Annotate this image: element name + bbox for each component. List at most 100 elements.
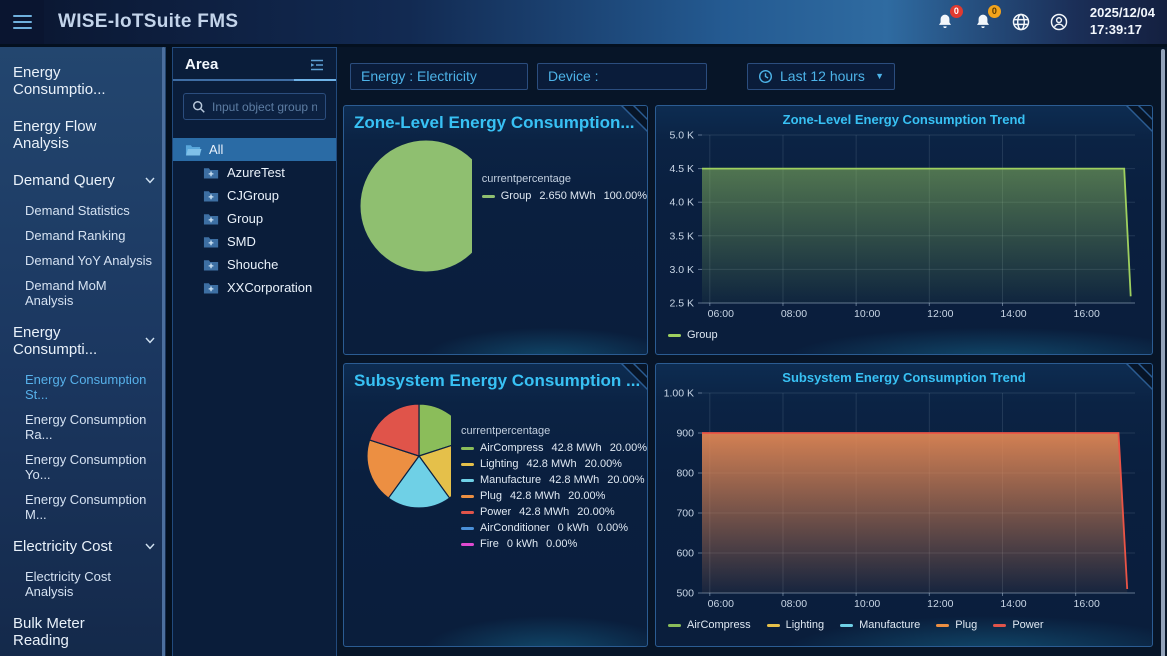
legend-item-group[interactable]: Group (668, 329, 718, 341)
sidebar-item-label: Bulk Meter Reading (13, 615, 85, 649)
object-group-search[interactable] (183, 93, 326, 120)
legend-item-group[interactable]: Group2.650 MWh100.00% (482, 190, 647, 202)
sidebar-item-demand-ranking[interactable]: Demand Ranking (0, 223, 166, 248)
language-globe-button[interactable] (1008, 9, 1034, 35)
tree-item-label: SMD (227, 234, 256, 249)
caret-down-icon: ▼ (875, 71, 884, 81)
subsystem-trend-card: Subsystem Energy Consumption Trend 1.00 … (655, 363, 1153, 647)
legend-item-manufacture[interactable]: Manufacture (840, 619, 920, 631)
legend-series-value: 42.8 MWh (549, 474, 599, 486)
svg-text:1.00 K: 1.00 K (664, 388, 694, 400)
svg-text:800: 800 (676, 468, 694, 480)
sidebar-item-demand-query[interactable]: Demand Query (0, 163, 166, 198)
sidebar-item-energy-consumption-st[interactable]: Energy Consumption St... (0, 367, 166, 407)
svg-text:16:00: 16:00 (1074, 308, 1100, 320)
area-panel-title: Area (185, 56, 218, 73)
legend-marker (461, 495, 474, 498)
legend-item-aircompress[interactable]: AirCompress42.8 MWh20.00% (461, 442, 647, 454)
tree-item-all[interactable]: All (173, 138, 336, 161)
tree-item-azuretest[interactable]: AzureTest (173, 161, 336, 184)
sidebar-item-label: Energy Consumpti... (13, 324, 97, 358)
legend-item-power[interactable]: Power (993, 619, 1043, 631)
device-filter-label: Device : (548, 68, 599, 84)
device-filter[interactable]: Device : (537, 63, 707, 90)
account-button[interactable] (1046, 9, 1072, 35)
sidebar-item-bulk-meter-reading[interactable]: Bulk Meter Reading (0, 606, 166, 656)
sidebar-item-energy-consumpti[interactable]: Energy Consumpti... (0, 315, 166, 367)
legend-series-value: 42.8 MWh (527, 458, 577, 470)
legend-item-plug[interactable]: Plug (936, 619, 977, 631)
notification-bell-button-1[interactable]: 0 (932, 9, 958, 35)
sidebar-item-label: Energy Consumption M... (25, 492, 146, 522)
sidebar-nav: Energy Consumptio...Energy Flow Analysis… (0, 47, 166, 656)
legend-series-name: Lighting (786, 619, 825, 631)
legend-title: currentpercentage (482, 173, 647, 185)
legend-series-name: AirCompress (480, 442, 544, 454)
tree-item-xxcorporation[interactable]: XXCorporation (173, 276, 336, 299)
sidebar-item-energy-consumption-yo[interactable]: Energy Consumption Yo... (0, 447, 166, 487)
date-text: 2025/12/04 (1090, 5, 1155, 22)
legend-marker (461, 479, 474, 482)
card-corner-decoration (1121, 105, 1153, 137)
svg-text:600: 600 (676, 548, 694, 560)
sidebar-item-label: Energy Consumption St... (25, 372, 146, 402)
legend-item-lighting[interactable]: Lighting42.8 MWh20.00% (461, 458, 647, 470)
legend-series-name: Group (501, 190, 532, 202)
legend-marker (668, 334, 681, 337)
legend-series-percent: 0.00% (597, 522, 628, 534)
svg-text:4.5 K: 4.5 K (669, 163, 694, 175)
legend-item-aircompress[interactable]: AirCompress (668, 619, 751, 631)
main-scrollbar[interactable] (1161, 49, 1165, 656)
time-range-label: Last 12 hours (780, 68, 865, 84)
globe-icon (1010, 11, 1032, 33)
sidebar-item-energy-consumption-m[interactable]: Energy Consumption M... (0, 487, 166, 527)
app-title: WISE-IoTSuite FMS (58, 11, 238, 33)
tree-item-label: AzureTest (227, 165, 285, 180)
trend-legend: AirCompress Lighting Manufacture Plug Power (656, 619, 1152, 631)
sidebar-item-label: Energy Consumption Ra... (25, 412, 146, 442)
legend-series-name: Plug (955, 619, 977, 631)
legend-item-lighting[interactable]: Lighting (767, 619, 825, 631)
card-title: Subsystem Energy Consumption ... (344, 364, 647, 393)
tree-item-smd[interactable]: SMD (173, 230, 336, 253)
sidebar-item-energy-consumptio[interactable]: Energy Consumptio... (0, 55, 166, 107)
hamburger-icon (13, 15, 32, 17)
legend-item-fire[interactable]: Fire0 kWh0.00% (461, 538, 647, 550)
sidebar-item-demand-yoy-analysis[interactable]: Demand YoY Analysis (0, 248, 166, 273)
legend-marker (461, 511, 474, 514)
sidebar-item-demand-statistics[interactable]: Demand Statistics (0, 198, 166, 223)
card-corner-decoration (616, 105, 648, 137)
legend-series-value: 0 kWh (558, 522, 589, 534)
time-range-dropdown[interactable]: Last 12 hours ▼ (747, 63, 895, 90)
sidebar-item-electricity-cost-analysis[interactable]: Electricity Cost Analysis (0, 564, 166, 604)
legend-item-power[interactable]: Power42.8 MWh20.00% (461, 506, 647, 518)
legend-marker (936, 624, 949, 627)
notification-badge: 0 (988, 5, 1001, 18)
legend-series-name: AirCompress (687, 619, 751, 631)
legend-item-manufacture[interactable]: Manufacture42.8 MWh20.00% (461, 474, 647, 486)
sidebar-item-energy-consumption-ra[interactable]: Energy Consumption Ra... (0, 407, 166, 447)
zone-trend-card: Zone-Level Energy Consumption Trend 5.0 … (655, 105, 1153, 355)
legend-item-plug[interactable]: Plug42.8 MWh20.00% (461, 490, 647, 502)
legend-series-percent: 20.00% (568, 490, 605, 502)
svg-text:08:00: 08:00 (781, 598, 807, 610)
folder-plus-icon (203, 212, 220, 226)
sidebar-item-energy-flow-analysis[interactable]: Energy Flow Analysis (0, 109, 166, 161)
object-group-tree: All AzureTest CJGroupGroup SMD ShoucheXXCorp… (173, 138, 336, 299)
tree-item-cjgroup[interactable]: CJGroup (173, 184, 336, 207)
svg-text:08:00: 08:00 (781, 308, 807, 320)
legend-item-airconditioner[interactable]: AirConditioner 0 kWh 0.00% (461, 522, 647, 534)
sidebar-item-demand-mom-analysis[interactable]: Demand MoM Analysis (0, 273, 166, 313)
energy-filter[interactable]: Energy : Electricity (350, 63, 528, 90)
tree-item-shouche[interactable]: Shouche (173, 253, 336, 276)
tree-item-group[interactable]: Group (173, 207, 336, 230)
main-content: Energy : Electricity Device : Last 12 ho… (337, 47, 1167, 656)
notification-bell-button-2[interactable]: 0 (970, 9, 996, 35)
menu-button[interactable] (0, 0, 44, 44)
chevron-down-icon (145, 337, 155, 344)
legend-series-name: AirConditioner (480, 522, 550, 534)
search-input[interactable] (212, 100, 317, 114)
collapse-panel-icon[interactable] (308, 57, 326, 73)
legend-series-percent: 0.00% (546, 538, 577, 550)
sidebar-item-electricity-cost[interactable]: Electricity Cost (0, 529, 166, 564)
